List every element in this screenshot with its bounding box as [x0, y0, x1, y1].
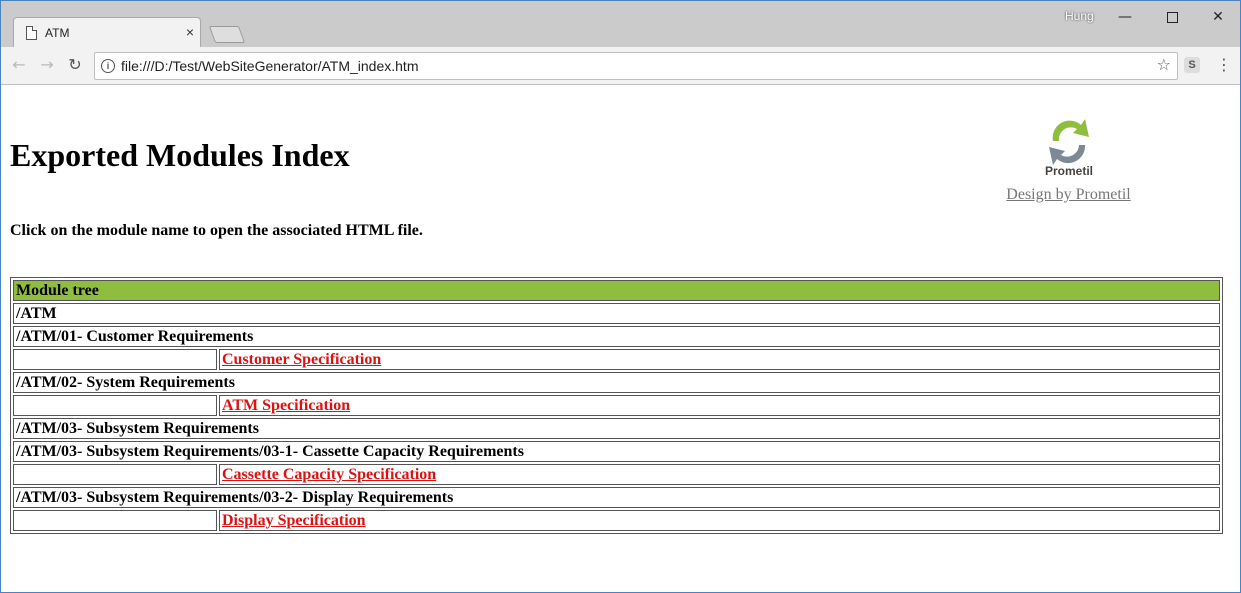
prometil-logo: Prometil [1044, 119, 1093, 178]
table-row: /ATM/01- Customer Requirements [13, 326, 1220, 347]
module-link-cell: Cassette Capacity Specification [219, 464, 1220, 485]
maximize-button[interactable] [1149, 5, 1195, 29]
module-path-cell: /ATM/01- Customer Requirements [13, 326, 1220, 347]
star-icon[interactable]: ☆ [1157, 55, 1171, 74]
module-path-cell: /ATM/02- System Requirements [13, 372, 1220, 393]
logo-text: Prometil [1044, 164, 1092, 178]
module-link-cell: ATM Specification [219, 395, 1220, 416]
tab-strip: ATM × Hung — ✕ [1, 1, 1240, 48]
minimize-icon: — [1118, 9, 1132, 25]
table-header-row: Module tree [13, 280, 1220, 301]
instructions-text: Click on the module name to open the ass… [10, 222, 423, 239]
module-path-cell: /ATM/03- Subsystem Requirements/03-2- Di… [13, 487, 1220, 508]
indent-cell [13, 349, 217, 370]
page-title: Exported Modules Index [10, 137, 350, 173]
module-tree-table: Module tree /ATM/ATM/01- Customer Requir… [10, 277, 1223, 534]
reload-icon[interactable]: ↻ [65, 55, 85, 75]
module-link[interactable]: ATM Specification [222, 397, 350, 414]
indent-cell [13, 464, 217, 485]
tab-close-icon[interactable]: × [186, 24, 194, 40]
forward-arrow-icon[interactable]: → [37, 55, 57, 75]
table-row: /ATM/03- Subsystem Requirements [13, 418, 1220, 439]
menu-icon[interactable]: ⋮ [1216, 55, 1232, 74]
tab-atm[interactable]: ATM × [13, 17, 201, 48]
module-link[interactable]: Cassette Capacity Specification [222, 466, 436, 483]
document-icon [26, 26, 37, 40]
minimize-button[interactable]: — [1102, 5, 1148, 29]
indent-cell [13, 395, 217, 416]
module-link[interactable]: Display Specification [222, 512, 366, 529]
module-tree-header: Module tree [13, 280, 1220, 301]
tab-title: ATM [45, 26, 70, 40]
table-row: Customer Specification [13, 349, 1220, 370]
indent-cell [13, 510, 217, 531]
close-window-button[interactable]: ✕ [1195, 5, 1240, 29]
profile-name[interactable]: Hung [1065, 9, 1094, 23]
module-link-cell: Customer Specification [219, 349, 1220, 370]
table-row: /ATM/03- Subsystem Requirements/03-1- Ca… [13, 441, 1220, 462]
module-path-cell: /ATM [13, 303, 1220, 324]
module-path-cell: /ATM/03- Subsystem Requirements/03-1- Ca… [13, 441, 1220, 462]
table-row: Display Specification [13, 510, 1220, 531]
module-link-cell: Display Specification [219, 510, 1220, 531]
new-tab-icon[interactable] [208, 26, 246, 43]
table-row: ATM Specification [13, 395, 1220, 416]
back-arrow-icon[interactable]: ← [9, 55, 29, 75]
browser-toolbar: ← → ↻ i file:///D:/Test/WebSiteGenerator… [1, 47, 1240, 85]
table-row: /ATM [13, 303, 1220, 324]
address-bar[interactable]: i file:///D:/Test/WebSiteGenerator/ATM_i… [94, 52, 1178, 80]
page-content: Exported Modules Index Prometil Design b… [1, 85, 1240, 592]
table-row: Cassette Capacity Specification [13, 464, 1220, 485]
info-icon[interactable]: i [101, 59, 115, 73]
logo-block: Prometil Design by Prometil [991, 111, 1146, 204]
module-path-cell: /ATM/03- Subsystem Requirements [13, 418, 1220, 439]
close-icon: ✕ [1212, 9, 1224, 25]
browser-window: ATM × Hung — ✕ ← → ↻ i file:///D:/Test/W… [0, 0, 1241, 593]
module-link[interactable]: Customer Specification [222, 351, 381, 368]
url-text[interactable]: file:///D:/Test/WebSiteGenerator/ATM_ind… [121, 58, 419, 74]
extension-icon[interactable]: S [1184, 57, 1200, 73]
design-by-link[interactable]: Design by Prometil [991, 186, 1146, 204]
table-row: /ATM/03- Subsystem Requirements/03-2- Di… [13, 487, 1220, 508]
table-row: /ATM/02- System Requirements [13, 372, 1220, 393]
maximize-icon [1166, 11, 1178, 23]
